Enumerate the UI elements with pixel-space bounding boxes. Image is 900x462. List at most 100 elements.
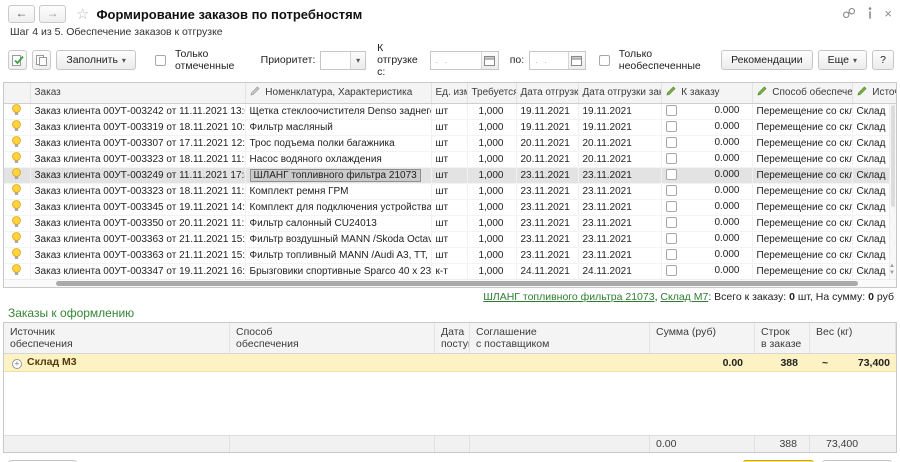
ship-from-label: К отгрузке с: [377,42,424,78]
help-button[interactable]: ? [872,50,894,70]
to-order-checkbox[interactable] [666,265,677,276]
method-cell: Перемещение со скл... [752,231,852,247]
required-cell: 1,000 [467,231,516,247]
order-cell: Заказ клиента 00УТ-003363 от 21.11.2021 … [30,247,245,263]
bulb-icon [11,232,22,244]
to-order-checkbox[interactable] [666,153,677,164]
to-order-checkbox[interactable] [666,233,677,244]
info-icon[interactable] [868,7,872,22]
totals-weight: 73,400 [810,436,896,452]
col-method2[interactable]: Способобеспечения [230,323,435,353]
approx-sign: ~ [816,357,828,369]
to-order-cell: 0.000 [661,215,752,231]
calendar-icon[interactable] [568,52,585,69]
favorite-star-icon[interactable]: ☆ [76,5,89,23]
order-row[interactable]: Заказ клиента 00УТ-003319 от 18.11.2021 … [4,119,897,135]
col-lines[interactable]: Строкв заказе [755,323,810,353]
only-marked-checkbox[interactable] [155,55,166,66]
ship-to-date-input[interactable]: . . [529,51,586,70]
order-row[interactable]: Заказ клиента 00УТ-003323 от 18.11.2021 … [4,151,897,167]
order-cell: Заказ клиента 00УТ-003319 от 18.11.2021 … [30,119,245,135]
to-order-checkbox[interactable] [666,201,677,212]
order-row[interactable]: Заказ клиента 00УТ-003350 от 20.11.2021 … [4,215,897,231]
required-cell: 1,000 [467,263,516,279]
col-weight[interactable]: Вес (кг) [810,323,896,353]
method-cell: Перемещение со скл... [752,167,852,183]
col-sum[interactable]: Сумма (руб) [650,323,755,353]
col-ship-date[interactable]: Дата отгрузки [516,83,578,103]
col-item[interactable]: Номенклатура, Характеристика [245,83,431,103]
col-source2[interactable]: Источникобеспечения [4,323,230,353]
to-order-checkbox[interactable] [666,121,677,132]
col-receipt-date[interactable]: Датапоступления [435,323,470,353]
method-cell: Перемещение со скл... [752,151,852,167]
to-order-cell: 0.000 [661,151,752,167]
col-to-order[interactable]: К заказу [661,83,752,103]
more-button[interactable]: Еще▾ [818,50,867,70]
col-unit[interactable]: Ед. изм. [431,83,467,103]
warehouse-link[interactable]: Склад М7 [660,291,708,303]
scroll-arrows[interactable]: ▲▼ [889,263,895,277]
unit-cell: шт [431,183,467,199]
order-cell: Заказ клиента 00УТ-003307 от 17.11.2021 … [30,135,245,151]
col-required[interactable]: Требуется [467,83,516,103]
required-cell: 1,000 [467,119,516,135]
order-row[interactable]: Заказ клиента 00УТ-003363 от 21.11.2021 … [4,231,897,247]
only-unsecured-checkbox[interactable] [599,55,610,66]
forward-arrow-icon[interactable]: → [39,5,66,23]
horizontal-scrollbar[interactable] [4,279,896,287]
order-row[interactable]: Заказ клиента 00УТ-003363 от 21.11.2021 … [4,247,897,263]
required-cell: 1,000 [467,199,516,215]
order-row[interactable]: Заказ клиента 00УТ-003345 от 19.11.2021 … [4,199,897,215]
col-source[interactable]: Источни... [852,83,897,103]
to-order-checkbox[interactable] [666,185,677,196]
close-icon[interactable]: × [884,9,892,19]
to-order-checkbox[interactable] [666,105,677,116]
selected-cell-box[interactable]: ШЛАНГ топливного фильтра 21073 [250,169,421,182]
order-ship-date-cell: 23.11.2021 [578,215,661,231]
get-link-icon[interactable] [842,7,856,22]
method-cell: Перемещение со скл... [752,135,852,151]
pencil-icon [857,86,867,99]
col-order-ship-date[interactable]: Дата отгрузки заказа [578,83,661,103]
fill-button[interactable]: Заполнить▾ [56,50,136,70]
group-row[interactable]: +Склад М3 0.00 388 ~ 73,400 [4,354,896,372]
expand-icon[interactable]: + [12,359,22,369]
order-row[interactable]: Заказ клиента 00УТ-003249 от 11.11.2021 … [4,167,897,183]
item-link[interactable]: ШЛАНГ топливного фильтра 21073 [483,291,654,303]
vertical-scrollbar[interactable] [889,104,896,279]
order-row[interactable]: Заказ клиента 00УТ-003242 от 11.11.2021 … [4,103,897,119]
order-cell: Заказ клиента 00УТ-003323 от 18.11.2021 … [30,151,245,167]
order-cell: Заказ клиента 00УТ-003242 от 11.11.2021 … [30,103,245,119]
to-order-checkbox[interactable] [666,137,677,148]
totals-lines: 388 [755,436,810,452]
unit-cell: шт [431,167,467,183]
order-ship-date-cell: 20.11.2021 [578,135,661,151]
chevron-down-icon[interactable]: ▾ [350,52,365,69]
item-cell: Трос подъема полки багажника [245,135,431,151]
ship-from-date-input[interactable]: . . [430,51,499,70]
to-order-checkbox[interactable] [666,249,677,260]
to-order-checkbox[interactable] [666,169,677,180]
ship-date-cell: 20.11.2021 [516,151,578,167]
set-mark-button[interactable] [8,50,27,70]
priority-select[interactable]: ▾ [320,51,366,70]
col-order[interactable]: Заказ [30,83,245,103]
order-cell: Заказ клиента 00УТ-003323 от 18.11.2021 … [30,183,245,199]
recommendations-button[interactable]: Рекомендации [721,50,813,70]
bulb-icon [11,120,22,132]
copy-button[interactable] [32,50,51,70]
calendar-icon[interactable] [481,52,498,69]
col-agreement[interactable]: Соглашениес поставщиком [470,323,650,353]
to-order-checkbox[interactable] [666,217,677,228]
group-weight: 73,400 [858,357,890,369]
method-cell: Перемещение со скл... [752,119,852,135]
order-row[interactable]: Заказ клиента 00УТ-003307 от 17.11.2021 … [4,135,897,151]
order-row[interactable]: Заказ клиента 00УТ-003323 от 18.11.2021 … [4,183,897,199]
ship-date-cell: 23.11.2021 [516,167,578,183]
section-title: Заказы к оформлению [0,305,900,322]
col-method[interactable]: Способ обеспече... [752,83,852,103]
to-order-cell: 0.000 [661,183,752,199]
back-arrow-icon[interactable]: ← [8,5,35,23]
order-row[interactable]: Заказ клиента 00УТ-003347 от 19.11.2021 … [4,263,897,279]
